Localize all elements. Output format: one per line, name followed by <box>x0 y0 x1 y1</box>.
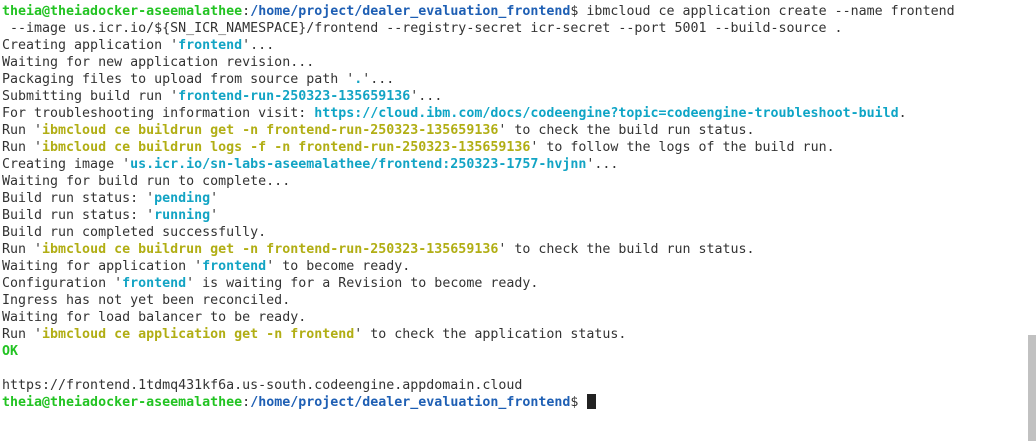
output-text: Build run status: ' <box>2 191 155 206</box>
output-text: Waiting for build run to complete... <box>2 174 291 189</box>
status-ok: OK <box>2 344 19 359</box>
output-text: Ingress has not yet been reconciled. <box>2 293 291 308</box>
terminal-line: Submitting build run 'frontend-run-25032… <box>2 88 1026 105</box>
terminal-cursor <box>587 394 597 409</box>
output-text: Submitting build run ' <box>2 89 179 104</box>
suggested-command: ibmcloud ce application get -n frontend <box>42 327 355 342</box>
terminal-line: Creating image 'us.icr.io/sn-labs-aseema… <box>2 156 1026 173</box>
terminal-window[interactable]: theia@theiadocker-aseemalathee:/home/pro… <box>0 0 1036 441</box>
output-text: $ ibmcloud ce application create --name … <box>570 4 955 19</box>
output-text: Run ' <box>2 140 43 155</box>
output-text: ' to check the build run status. <box>498 242 755 257</box>
quoted-value: frontend <box>122 276 187 291</box>
terminal-line: Run 'ibmcloud ce application get -n fron… <box>2 326 1026 343</box>
terminal-line: Packaging files to upload from source pa… <box>2 71 1026 88</box>
suggested-command: ibmcloud ce buildrun get -n frontend-run… <box>42 123 499 138</box>
output-text: ' is waiting for a Revision to become re… <box>186 276 539 291</box>
terminal-output[interactable]: theia@theiadocker-aseemalathee:/home/pro… <box>2 3 1026 411</box>
output-text: ' to become ready. <box>266 259 411 274</box>
output-text: Packaging files to upload from source pa… <box>2 72 355 87</box>
terminal-line: Run 'ibmcloud ce buildrun get -n fronten… <box>2 241 1026 258</box>
output-text: Waiting for load balancer to be ready. <box>2 310 307 325</box>
output-text: $ <box>570 395 587 410</box>
output-text: ' <box>210 208 219 223</box>
terminal-line: theia@theiadocker-aseemalathee:/home/pro… <box>2 3 1026 20</box>
prompt-user-host: theia@theiadocker-aseemalathee <box>2 4 243 19</box>
output-text: : <box>242 4 251 19</box>
terminal-line: theia@theiadocker-aseemalathee:/home/pro… <box>2 394 1026 411</box>
scrollbar-thumb[interactable] <box>1028 335 1036 441</box>
output-text: https://frontend.1tdmq431kf6a.us-south.c… <box>2 378 523 393</box>
output-text: Waiting for new application revision... <box>2 55 315 70</box>
terminal-line: For troubleshooting information visit: h… <box>2 105 1026 122</box>
output-text: Run ' <box>2 242 43 257</box>
terminal-line: OK <box>2 343 1026 360</box>
output-text: ' to follow the logs of the build run. <box>530 140 835 155</box>
terminal-line: Waiting for application 'frontend' to be… <box>2 258 1026 275</box>
output-text: Waiting for application ' <box>2 259 203 274</box>
terminal-line: https://frontend.1tdmq431kf6a.us-south.c… <box>2 377 1026 394</box>
output-text: Build run status: ' <box>2 208 155 223</box>
terminal-line: --image us.icr.io/${SN_ICR_NAMESPACE}/fr… <box>2 20 1026 37</box>
quoted-value: us.icr.io/sn-labs-aseemalathee/frontend:… <box>130 157 587 172</box>
output-text: For troubleshooting information visit: <box>2 106 315 121</box>
terminal-line: Run 'ibmcloud ce buildrun logs -f -n fro… <box>2 139 1026 156</box>
prompt-path: /home/project/dealer_evaluation_frontend <box>250 395 571 410</box>
terminal-line: Run 'ibmcloud ce buildrun get -n fronten… <box>2 122 1026 139</box>
output-text: --image us.icr.io/${SN_ICR_NAMESPACE}/fr… <box>2 21 843 36</box>
output-text: Creating image ' <box>2 157 131 172</box>
output-text: ' to check the application status. <box>354 327 627 342</box>
terminal-line: Build run completed successfully. <box>2 224 1026 241</box>
prompt-user-host: theia@theiadocker-aseemalathee <box>2 395 243 410</box>
terminal-line: Configuration 'frontend' is waiting for … <box>2 275 1026 292</box>
quoted-value: frontend <box>202 259 267 274</box>
output-text: Run ' <box>2 327 43 342</box>
output-text: '... <box>362 72 395 87</box>
terminal-line: Waiting for new application revision... <box>2 54 1026 71</box>
output-text: Build run completed successfully. <box>2 225 267 240</box>
terminal-line: Waiting for load balancer to be ready. <box>2 309 1026 326</box>
suggested-command: ibmcloud ce buildrun logs -f -n frontend… <box>42 140 531 155</box>
output-text: : <box>242 395 251 410</box>
troubleshoot-link[interactable]: https://cloud.ibm.com/docs/codeengine?to… <box>314 106 898 121</box>
output-text: '... <box>586 157 619 172</box>
suggested-command: ibmcloud ce buildrun get -n frontend-run… <box>42 242 499 257</box>
terminal-line: Creating application 'frontend'... <box>2 37 1026 54</box>
quoted-value: pending <box>154 191 211 206</box>
terminal-line: Build run status: 'running' <box>2 207 1026 224</box>
output-text: Creating application ' <box>2 38 179 53</box>
quoted-value: frontend <box>178 38 243 53</box>
output-text: ' to check the build run status. <box>498 123 755 138</box>
output-text: Configuration ' <box>2 276 123 291</box>
quoted-value: running <box>154 208 211 223</box>
output-text: '... <box>410 89 443 104</box>
output-text: . <box>898 106 907 121</box>
vertical-scrollbar[interactable] <box>1028 0 1036 441</box>
quoted-value: frontend-run-250323-135659136 <box>178 89 411 104</box>
output-text: ' <box>210 191 219 206</box>
output-text: Run ' <box>2 123 43 138</box>
terminal-line: Ingress has not yet been reconciled. <box>2 292 1026 309</box>
terminal-line: Waiting for build run to complete... <box>2 173 1026 190</box>
output-text: '... <box>242 38 275 53</box>
terminal-line: Build run status: 'pending' <box>2 190 1026 207</box>
prompt-path: /home/project/dealer_evaluation_frontend <box>250 4 571 19</box>
